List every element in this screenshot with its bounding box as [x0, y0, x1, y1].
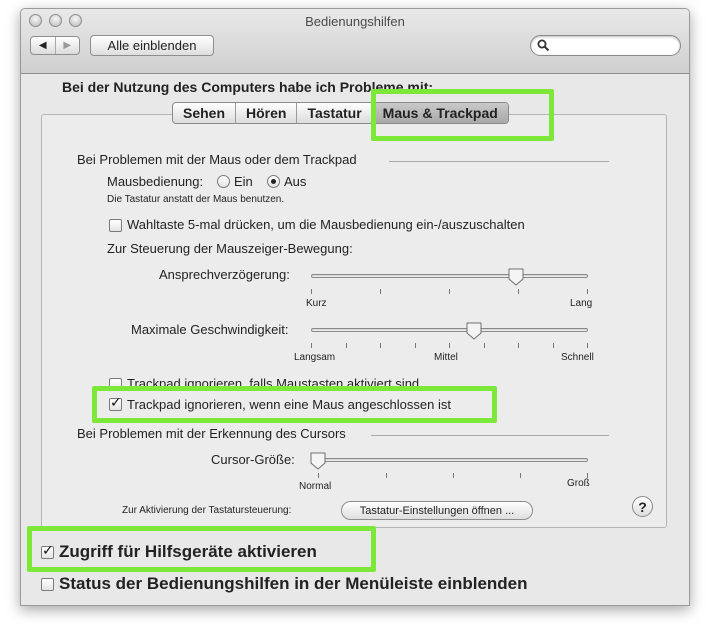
show-all-button[interactable]: Alle einblenden — [90, 35, 214, 56]
ignore-trackpad-mouse-checkbox[interactable]: ✓ — [109, 394, 122, 411]
search-field[interactable] — [530, 35, 681, 56]
slider-tick — [518, 343, 519, 348]
slider-tick — [553, 343, 554, 348]
max-speed-thumb[interactable] — [466, 322, 482, 340]
search-input[interactable] — [553, 38, 675, 55]
keyboard-settings-button[interactable]: Tastatur-Einstellungen öffnen ... — [341, 501, 533, 520]
slider-tick — [453, 473, 454, 478]
slider-tick — [520, 473, 521, 478]
mouse-keys-hint: Die Tastatur anstatt der Maus benutzen. — [107, 194, 285, 205]
back-button[interactable]: ◀ — [31, 37, 55, 54]
radio-on-label: Ein — [234, 174, 253, 189]
nav-button-group: ◀ ▶ — [30, 36, 80, 55]
cursor-size-min: Normal — [299, 481, 332, 492]
max-speed-mid: Mittel — [434, 352, 458, 363]
menu-status-checkbox[interactable] — [41, 578, 54, 591]
cursor-size-thumb[interactable] — [310, 452, 326, 470]
initial-delay-min: Kurz — [306, 298, 327, 309]
tab-sehen[interactable]: Sehen — [173, 103, 237, 123]
max-speed-min: Langsam — [294, 352, 336, 363]
slider-tick — [484, 343, 485, 348]
radio-on[interactable]: Ein — [217, 174, 253, 189]
initial-delay-label: Ansprechverzögerung: — [159, 267, 290, 282]
help-button[interactable]: ? — [632, 496, 653, 517]
assistive-devices-label: Zugriff für Hilfsgeräte aktivieren — [59, 542, 317, 561]
radio-off[interactable]: Aus — [267, 174, 306, 189]
option-key-label: Wahltaste 5-mal drücken, um die Mausbedi… — [127, 217, 525, 232]
max-speed-max: Schnell — [561, 352, 594, 363]
assistive-devices-checkbox[interactable]: ✓ — [41, 542, 54, 559]
slider-tick — [587, 343, 588, 348]
group-separator — [371, 435, 609, 436]
initial-delay-track[interactable] — [311, 274, 588, 278]
group-separator — [389, 161, 609, 162]
keyboard-access-label: Zur Aktivierung der Tastatursteuerung: — [122, 505, 292, 516]
cursor-section-title: Bei Problemen mit der Erkennung des Curs… — [77, 426, 346, 441]
tab-tastatur[interactable]: Tastatur — [297, 103, 373, 123]
slider-tick — [518, 289, 519, 294]
mouse-section-title: Bei Problemen mit der Maus oder dem Trac… — [77, 152, 357, 167]
titlebar: Bedienungshilfen ◀ ▶ Alle einblenden — [21, 9, 689, 74]
slider-tick — [449, 289, 450, 294]
highlight-box — [371, 89, 554, 141]
cursor-size-label: Cursor-Größe: — [211, 452, 295, 467]
search-icon — [537, 39, 550, 52]
max-speed-label: Maximale Geschwindigkeit: — [131, 322, 289, 337]
option-key-checkbox[interactable] — [109, 219, 122, 232]
window-title: Bedienungshilfen — [305, 14, 405, 29]
forward-button[interactable]: ▶ — [54, 37, 80, 54]
slider-tick — [386, 473, 387, 478]
initial-delay-max: Lang — [570, 298, 593, 309]
slider-tick — [587, 289, 588, 294]
checkmark-icon: ✓ — [42, 542, 54, 558]
tab-hoeren[interactable]: Hören — [236, 103, 298, 123]
slider-tick — [346, 343, 347, 348]
slider-tick — [449, 343, 450, 348]
menu-status-label: Status der Bedienungshilfen in der Menül… — [59, 574, 528, 593]
slider-tick — [380, 343, 381, 348]
checkmark-icon: ✓ — [110, 394, 122, 410]
preferences-window: Bedienungshilfen ◀ ▶ Alle einblenden Bei… — [20, 8, 690, 606]
max-speed-track[interactable] — [311, 328, 588, 332]
mouse-keys-label: Mausbedienung: — [107, 174, 204, 189]
slider-tick — [380, 289, 381, 294]
radio-off-label: Aus — [284, 174, 307, 189]
radio-on-button[interactable] — [217, 175, 230, 188]
cursor-size-max: Groß — [567, 478, 590, 489]
slider-tick — [311, 289, 312, 294]
pointer-control-label: Zur Steuerung der Mauszeiger-Bewegung: — [107, 241, 353, 256]
slider-tick — [311, 343, 312, 348]
slider-tick — [318, 473, 319, 478]
ignore-trackpad-mouse-label: Trackpad ignorieren, wenn eine Maus ange… — [127, 397, 451, 412]
radio-off-button[interactable] — [267, 175, 280, 188]
cursor-size-track[interactable] — [311, 458, 588, 462]
slider-tick — [415, 343, 416, 348]
initial-delay-thumb[interactable] — [508, 268, 524, 286]
